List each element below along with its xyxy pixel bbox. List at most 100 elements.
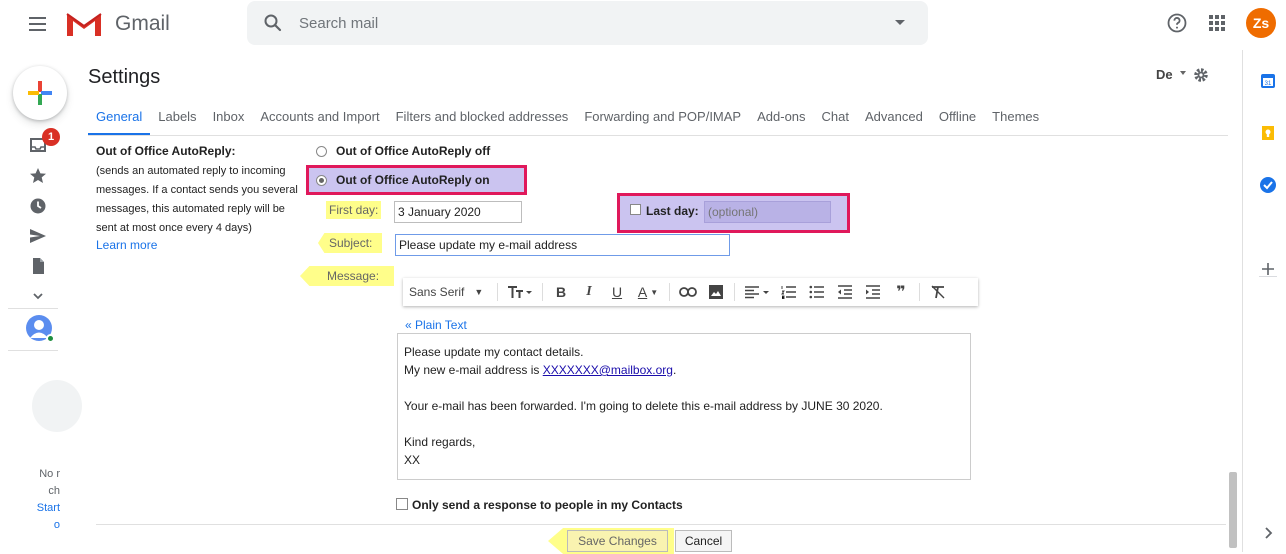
- indent-less-button[interactable]: [831, 278, 859, 306]
- keep-icon[interactable]: [1259, 124, 1277, 142]
- search-options-chevron-down-icon[interactable]: [895, 20, 905, 25]
- indent-more-button[interactable]: [859, 278, 887, 306]
- message-text: .: [672, 363, 677, 377]
- tab-themes[interactable]: Themes: [984, 103, 1047, 135]
- ooo-section-label: Out of Office AutoReply:: [96, 144, 236, 158]
- search-icon[interactable]: [263, 13, 283, 33]
- chevron-right-icon[interactable]: [1259, 524, 1277, 542]
- tab-labels[interactable]: Labels: [150, 103, 204, 135]
- compose-button[interactable]: [13, 66, 67, 120]
- message-text: My new e-mail address is: [404, 363, 543, 377]
- hangouts-start-link[interactable]: Start: [20, 500, 60, 517]
- form-divider: [96, 524, 1226, 525]
- font-family-select[interactable]: Sans Serif ▼: [409, 278, 493, 306]
- tab-accounts-and-import[interactable]: Accounts and Import: [252, 103, 387, 135]
- message-line: My new e-mail address is XXXXXXX@mailbox…: [404, 361, 964, 379]
- draft-icon[interactable]: [28, 256, 48, 276]
- image-icon: [709, 285, 723, 299]
- bulleted-list-button[interactable]: [803, 278, 831, 306]
- first-day-label: First day:: [326, 201, 382, 219]
- ooo-off-radio[interactable]: [316, 146, 327, 157]
- insert-image-button[interactable]: [702, 278, 730, 306]
- message-line: Kind regards,: [404, 435, 476, 449]
- tab-offline[interactable]: Offline: [931, 103, 984, 135]
- quote-button[interactable]: ❞: [887, 278, 915, 306]
- bulleted-list-icon: [809, 285, 824, 299]
- ooo-on-label[interactable]: Out of Office AutoReply on: [336, 173, 490, 187]
- plus-icon: [28, 81, 52, 105]
- align-left-icon: [745, 286, 769, 299]
- search-input[interactable]: [299, 11, 859, 35]
- cancel-button[interactable]: Cancel: [675, 530, 732, 552]
- save-changes-button[interactable]: Save Changes: [567, 530, 668, 552]
- chevron-down-icon: ▼: [650, 287, 659, 297]
- hangouts-start-link[interactable]: o: [20, 517, 60, 534]
- email-link[interactable]: XXXXXXX@mailbox.org: [543, 363, 673, 377]
- side-panel: 31: [1242, 50, 1286, 552]
- density-chevron-down-icon[interactable]: [1180, 71, 1186, 75]
- last-day-input[interactable]: [704, 201, 831, 223]
- tab-add-ons[interactable]: Add-ons: [749, 103, 813, 135]
- remove-formatting-button[interactable]: [924, 278, 952, 306]
- font-size-button[interactable]: [502, 278, 538, 306]
- account-avatar[interactable]: Zs: [1246, 8, 1276, 38]
- align-button[interactable]: [739, 278, 775, 306]
- contacts-only-checkbox[interactable]: [396, 498, 408, 510]
- underline-button[interactable]: U: [603, 278, 631, 306]
- numbered-list-button[interactable]: [775, 278, 803, 306]
- hangouts-hint-line: No r: [39, 468, 60, 480]
- clock-icon[interactable]: [28, 196, 48, 216]
- text-color-glyph: A: [637, 284, 648, 300]
- message-label: Message:: [327, 269, 380, 283]
- last-day-label[interactable]: Last day:: [646, 204, 699, 218]
- italic-button[interactable]: I: [575, 278, 603, 306]
- learn-more-link[interactable]: Learn more: [96, 238, 157, 252]
- help-icon[interactable]: [1166, 12, 1188, 34]
- last-day-checkbox[interactable]: [630, 204, 641, 215]
- svg-text:31: 31: [1265, 81, 1272, 87]
- calendar-icon[interactable]: 31: [1259, 72, 1277, 90]
- tasks-icon[interactable]: [1259, 176, 1277, 194]
- gmail-logo-icon[interactable]: [64, 8, 104, 38]
- bold-button[interactable]: B: [547, 278, 575, 306]
- tab-advanced[interactable]: Advanced: [857, 103, 931, 135]
- tab-general[interactable]: General: [88, 103, 151, 135]
- hangouts-hint: No r ch Start o: [20, 466, 60, 534]
- font-family-value: Sans Serif: [409, 285, 465, 299]
- main-menu-button[interactable]: [26, 12, 50, 36]
- ooo-on-radio[interactable]: [316, 175, 327, 186]
- message-line: Please update my contact details.: [404, 345, 584, 359]
- rail-divider: [8, 308, 58, 309]
- first-day-input[interactable]: [394, 201, 522, 223]
- contacts-only-label[interactable]: Only send a response to people in my Con…: [412, 498, 683, 512]
- plain-text-link[interactable]: « Plain Text: [405, 318, 467, 332]
- star-icon[interactable]: [28, 166, 48, 186]
- send-icon[interactable]: [28, 226, 48, 246]
- subject-input[interactable]: [395, 234, 730, 256]
- indent-less-icon: [838, 285, 852, 299]
- tab-filters-and-blocked-addresses[interactable]: Filters and blocked addresses: [388, 103, 577, 135]
- scrollbar-thumb[interactable]: [1229, 472, 1237, 548]
- toolbar-divider: [497, 283, 498, 301]
- toolbar-divider: [919, 283, 920, 301]
- ooo-off-label[interactable]: Out of Office AutoReply off: [336, 144, 490, 158]
- formatting-toolbar: Sans Serif ▼ B I U A ▼ ❞: [403, 278, 978, 306]
- message-line: Your e-mail has been forwarded. I'm goin…: [404, 399, 883, 413]
- insert-link-button[interactable]: [674, 278, 702, 306]
- message-body-editor[interactable]: Please update my contact details. My new…: [397, 333, 971, 480]
- numbered-list-icon: [781, 286, 796, 299]
- tab-inbox[interactable]: Inbox: [205, 103, 253, 135]
- google-apps-icon[interactable]: [1207, 13, 1227, 33]
- chevron-down-icon[interactable]: [28, 286, 48, 306]
- tab-chat[interactable]: Chat: [814, 103, 857, 135]
- add-addon-plus-icon[interactable]: [1259, 260, 1277, 278]
- gmail-brand[interactable]: Gmail: [115, 12, 170, 36]
- ooo-description: (sends an automated reply to incoming me…: [96, 165, 298, 234]
- text-color-button[interactable]: A ▼: [631, 278, 665, 306]
- gear-icon[interactable]: [1192, 66, 1210, 84]
- search-bar[interactable]: [247, 1, 928, 45]
- tab-forwarding-and-pop-imap[interactable]: Forwarding and POP/IMAP: [576, 103, 749, 135]
- font-size-icon: [508, 286, 532, 298]
- language-density-selector[interactable]: De: [1156, 67, 1173, 82]
